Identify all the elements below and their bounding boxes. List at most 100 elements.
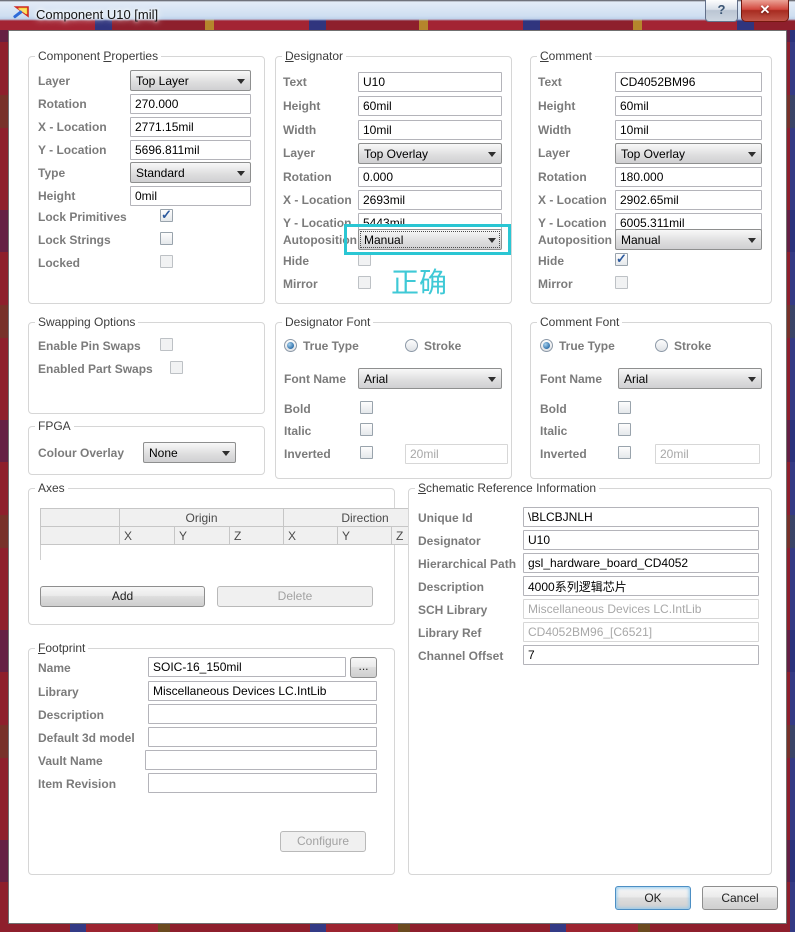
hierarchical-path-input[interactable]	[523, 553, 759, 573]
stroke-radio[interactable]	[405, 339, 418, 352]
sch-library-input	[523, 599, 759, 619]
designator-x-input[interactable]	[358, 190, 502, 210]
truetype-radio[interactable]	[540, 339, 553, 352]
designator-height-input[interactable]	[358, 96, 502, 116]
footprint-library-input[interactable]	[148, 681, 377, 701]
comment-width-input[interactable]	[615, 120, 762, 140]
bold-label: Bold	[284, 402, 311, 416]
default-3d-model-input[interactable]	[148, 727, 377, 747]
type-label: Type	[38, 166, 65, 180]
y-location-label: Y - Location	[283, 216, 351, 230]
truetype-radio[interactable]	[284, 339, 297, 352]
help-button[interactable]: ?	[705, 0, 738, 22]
locked-checkbox[interactable]	[160, 255, 173, 268]
cancel-button[interactable]: Cancel	[702, 886, 778, 910]
hide-label: Hide	[538, 254, 564, 268]
name-label: Name	[38, 661, 71, 675]
inverted-size-input	[655, 444, 760, 464]
ok-button[interactable]: OK	[615, 886, 691, 910]
rotation-input[interactable]	[130, 94, 251, 114]
designator-rotation-input[interactable]	[358, 167, 502, 187]
vault-name-input[interactable]	[145, 750, 377, 770]
add-button[interactable]: Add	[40, 586, 205, 607]
comment-text-input[interactable]	[615, 72, 762, 92]
chevron-down-icon	[488, 152, 496, 157]
designator-layer-select[interactable]: Top Overlay	[358, 143, 502, 164]
close-button[interactable]: ✕	[741, 0, 789, 22]
chevron-down-icon	[748, 238, 756, 243]
lock-primitives-checkbox[interactable]	[160, 209, 173, 222]
layer-select[interactable]: Top Layer	[130, 70, 251, 91]
font-name-select[interactable]: Arial	[358, 368, 502, 389]
comment-mirror-checkbox[interactable]	[615, 276, 628, 289]
x-location-label: X - Location	[283, 193, 352, 207]
chevron-down-icon	[222, 451, 230, 456]
delete-button: Delete	[217, 586, 373, 607]
title-bar[interactable]: Component U10 [mil] ? ✕	[0, 0, 795, 30]
stroke-radio[interactable]	[655, 339, 668, 352]
hierarchical-path-label: Hierarchical Path	[418, 557, 516, 571]
italic-label: Italic	[284, 424, 311, 438]
designator-width-input[interactable]	[358, 120, 502, 140]
axes-subheader-row: X Y Z X Y Z	[41, 527, 447, 545]
bold-checkbox[interactable]	[360, 401, 373, 414]
rotation-label: Rotation	[538, 170, 587, 184]
layer-label: Layer	[283, 146, 315, 160]
library-label: Library	[38, 685, 79, 699]
window-title: Component U10 [mil]	[36, 7, 158, 22]
axes-header-row: Origin Direction	[41, 509, 447, 527]
y-location-input[interactable]	[130, 140, 251, 160]
comment-hide-checkbox[interactable]	[615, 253, 628, 266]
colour-overlay-select[interactable]: None	[143, 442, 236, 463]
italic-checkbox[interactable]	[360, 423, 373, 436]
item-revision-input[interactable]	[148, 773, 377, 793]
direction-x-header: X	[284, 527, 338, 545]
origin-header: Origin	[120, 509, 284, 527]
axes-empty-header	[41, 509, 120, 527]
bold-label: Bold	[540, 402, 567, 416]
inverted-checkbox[interactable]	[360, 446, 373, 459]
default-3d-model-label: Default 3d model	[38, 731, 135, 745]
inverted-checkbox[interactable]	[618, 446, 631, 459]
comment-x-input[interactable]	[615, 190, 762, 210]
comment-height-input[interactable]	[615, 96, 762, 116]
enable-pin-swaps-checkbox[interactable]	[160, 338, 173, 351]
designator-mirror-checkbox[interactable]	[358, 276, 371, 289]
y-location-label: Y - Location	[38, 143, 106, 157]
comment-layer-select[interactable]: Top Overlay	[615, 143, 762, 164]
chevron-down-icon	[488, 377, 496, 382]
schematic-designator-input[interactable]	[523, 530, 759, 550]
font-name-select[interactable]: Arial	[618, 368, 762, 389]
text-label: Text	[538, 75, 562, 89]
text-label: Text	[283, 75, 307, 89]
designator-text-input[interactable]	[358, 72, 502, 92]
origin-z-header: Z	[230, 527, 284, 545]
y-location-label: Y - Location	[538, 216, 606, 230]
italic-checkbox[interactable]	[618, 423, 631, 436]
group-title: Schematic Reference Information	[415, 481, 599, 495]
group-title: Footprint	[35, 641, 88, 655]
footprint-description-input[interactable]	[148, 704, 377, 724]
schematic-description-input[interactable]	[523, 576, 759, 596]
width-label: Width	[283, 123, 316, 137]
height-input[interactable]	[130, 186, 251, 206]
x-location-input[interactable]	[130, 117, 251, 137]
unique-id-label: Unique Id	[418, 511, 473, 525]
configure-button: Configure	[280, 831, 366, 852]
bold-checkbox[interactable]	[618, 401, 631, 414]
origin-x-header: X	[120, 527, 175, 545]
channel-offset-input[interactable]	[523, 645, 759, 665]
origin-y-header: Y	[175, 527, 230, 545]
type-select[interactable]: Standard	[130, 162, 251, 183]
browse-button[interactable]: ...	[350, 657, 377, 678]
comment-rotation-input[interactable]	[615, 167, 762, 187]
enabled-part-swaps-checkbox[interactable]	[170, 361, 183, 374]
group-title: Comment Font	[537, 315, 622, 329]
comment-autoposition-select[interactable]: Manual	[615, 229, 762, 250]
enable-pin-swaps-label: Enable Pin Swaps	[38, 339, 141, 353]
chevron-down-icon	[748, 152, 756, 157]
lock-strings-checkbox[interactable]	[160, 232, 173, 245]
footprint-name-input[interactable]	[148, 657, 346, 677]
group-title: Swapping Options	[35, 315, 138, 329]
unique-id-input[interactable]	[523, 507, 759, 527]
